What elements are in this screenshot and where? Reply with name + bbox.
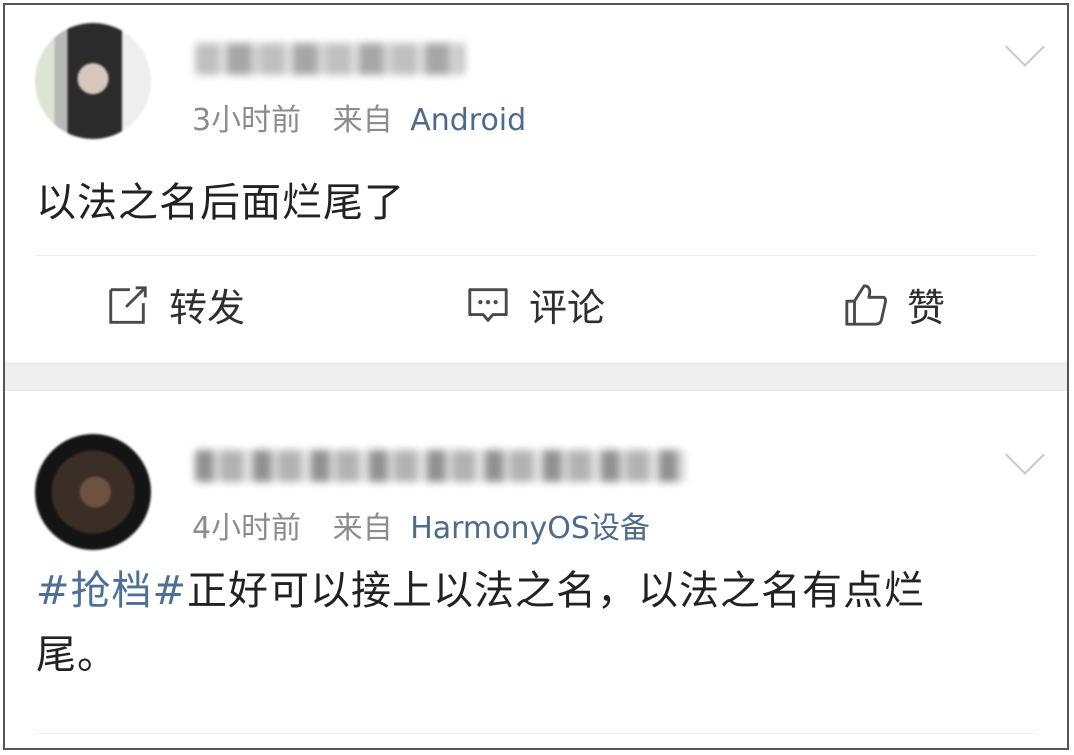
like-button[interactable]: 赞 [843, 277, 945, 332]
post-device[interactable]: Android [410, 103, 526, 138]
post-device[interactable]: HarmonyOS设备 [410, 511, 650, 546]
divider [36, 255, 1036, 256]
post-time: 4小时前 [192, 511, 302, 546]
comment-button[interactable]: 评论 [465, 277, 605, 332]
post-time: 3小时前 [192, 103, 302, 138]
post-text: #抢档#正好可以接上以法之名，以法之名有点烂尾。 [36, 559, 1007, 687]
post-card[interactable]: 4小时前 来自 HarmonyOS设备 #抢档#正好可以接上以法之名，以法之名有… [5, 391, 1067, 748]
comment-label: 评论 [529, 286, 606, 330]
comment-icon [468, 287, 508, 322]
avatar[interactable] [35, 23, 151, 139]
username-blurred[interactable] [195, 450, 685, 482]
avatar[interactable] [35, 434, 151, 550]
post-from-label: 来自 [332, 511, 393, 546]
weibo-feed: 3小时前 来自 Android 以法之名后面烂尾了 转发 评论 赞 4小时前 来… [3, 3, 1069, 750]
repost-label: 转发 [169, 286, 246, 330]
post-separator [5, 363, 1067, 391]
repost-icon [109, 285, 147, 324]
post-text: 以法之名后面烂尾了 [36, 180, 405, 226]
chevron-down-icon[interactable] [1005, 27, 1045, 67]
post-from-label: 来自 [332, 103, 393, 138]
post-meta: 4小时前 来自 HarmonyOS设备 [192, 511, 650, 547]
divider [36, 733, 1036, 734]
post-actions: 转发 评论 赞 [5, 277, 1067, 337]
hashtag-link[interactable]: #抢档# [36, 568, 187, 614]
repost-button[interactable]: 转发 [105, 277, 245, 332]
chevron-down-icon[interactable] [1005, 435, 1045, 475]
post-meta: 3小时前 来自 Android [192, 103, 526, 139]
like-icon [845, 283, 887, 326]
username-blurred[interactable] [195, 43, 465, 75]
like-label: 赞 [907, 286, 946, 330]
post-card[interactable]: 3小时前 来自 Android 以法之名后面烂尾了 转发 评论 赞 [5, 5, 1067, 363]
